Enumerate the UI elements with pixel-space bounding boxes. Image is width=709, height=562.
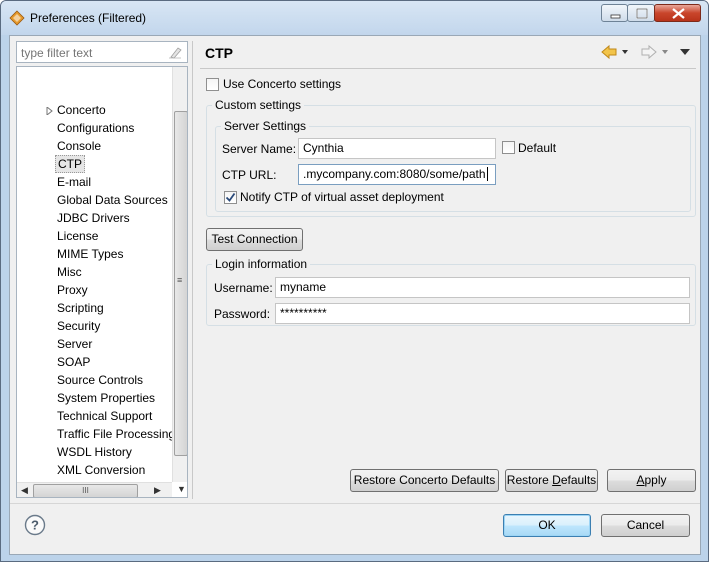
server-name-input[interactable]: Cynthia xyxy=(298,138,496,159)
scroll-right-arrow-icon[interactable]: ▶ xyxy=(154,485,161,496)
tree-item[interactable]: E-mail xyxy=(57,173,91,191)
window-title: Preferences (Filtered) xyxy=(30,11,147,25)
tree-item[interactable]: Concerto xyxy=(57,101,106,119)
close-icon xyxy=(672,8,685,19)
bottom-separator xyxy=(10,503,700,504)
apply-button[interactable]: Apply xyxy=(607,469,696,492)
text-cursor xyxy=(486,167,488,181)
tree-item[interactable]: WSDL History xyxy=(57,443,132,461)
password-label: Password: xyxy=(214,307,271,321)
tree-item[interactable]: XML Schema Locations xyxy=(57,497,183,498)
back-nav-button[interactable] xyxy=(600,44,634,60)
help-icon[interactable]: ? xyxy=(24,514,46,536)
restore-defaults-mnemonic: D xyxy=(552,473,561,487)
app-logo-icon xyxy=(9,10,25,26)
tree-vertical-scrollbar[interactable]: ≡ ▼ xyxy=(172,67,187,494)
maximize-button[interactable] xyxy=(627,4,655,22)
ok-button[interactable]: OK xyxy=(503,514,591,537)
tree-item[interactable]: Server xyxy=(57,335,92,353)
filter-box[interactable] xyxy=(16,41,188,63)
restore-defaults-label-end: efaults xyxy=(560,473,597,487)
tree-item[interactable]: Source Controls xyxy=(57,371,143,389)
notify-ctp-label: Notify CTP of virtual asset deployment xyxy=(240,190,444,204)
checkmark-icon xyxy=(225,192,236,202)
tree-item[interactable]: MIME Types xyxy=(57,245,123,263)
scroll-down-arrow-icon[interactable]: ▼ xyxy=(177,484,186,494)
test-connection-button[interactable]: Test Connection xyxy=(206,228,303,251)
scroll-left-arrow-icon[interactable]: ◀ xyxy=(21,485,28,496)
minimize-icon xyxy=(610,14,621,19)
forward-nav-button[interactable] xyxy=(640,44,674,60)
tree-vertical-scroll-thumb[interactable]: ≡ xyxy=(174,111,187,456)
expand-arrow-icon[interactable] xyxy=(45,107,53,115)
username-input[interactable]: myname xyxy=(275,277,690,298)
default-label: Default xyxy=(518,141,557,155)
tree-item[interactable]: System Properties xyxy=(57,389,155,407)
pane-splitter[interactable] xyxy=(192,41,193,499)
server-settings-title: Server Settings xyxy=(221,119,310,133)
restore-concerto-defaults-button[interactable]: Restore Concerto Defaults xyxy=(350,469,499,492)
ctp-url-label: CTP URL: xyxy=(222,168,277,182)
maximize-icon xyxy=(636,8,648,19)
cancel-button[interactable]: Cancel xyxy=(601,514,690,537)
svg-text:?: ? xyxy=(31,518,39,533)
tree-item[interactable]: Traffic File Processing xyxy=(57,425,175,443)
password-input[interactable]: ********** xyxy=(275,303,690,324)
tree-item[interactable]: Global Data Sources xyxy=(57,191,168,209)
clear-filter-icon[interactable] xyxy=(167,45,183,60)
tree-horizontal-scroll-thumb[interactable]: III xyxy=(33,484,138,497)
use-concerto-checkbox[interactable] xyxy=(206,78,219,91)
default-checkbox[interactable] xyxy=(502,141,515,154)
tree-horizontal-scrollbar[interactable]: ◀ III ▶ xyxy=(17,482,172,497)
title-bar[interactable]: Preferences (Filtered) xyxy=(1,1,708,35)
custom-settings-title: Custom settings xyxy=(212,98,305,112)
custom-settings-group: Custom settings Server Settings Server N… xyxy=(206,98,696,217)
tree-item[interactable]: Misc xyxy=(57,263,82,281)
view-menu-icon[interactable] xyxy=(678,44,692,60)
server-name-label: Server Name: xyxy=(222,142,297,156)
tree-item[interactable]: Technical Support xyxy=(57,407,152,425)
tree-item[interactable]: JDBC Drivers xyxy=(57,209,130,227)
tree-item[interactable]: XML Conversion xyxy=(57,461,145,479)
tree-item[interactable]: Security xyxy=(57,317,100,335)
preference-tree[interactable]: Concerto Configurations Console CTP E-mail Gl… xyxy=(16,66,188,498)
tree-item[interactable]: Configurations xyxy=(57,119,134,137)
apply-label-end: pply xyxy=(644,473,667,487)
restore-defaults-button[interactable]: Restore Defaults xyxy=(505,469,598,492)
apply-mnemonic: A xyxy=(636,473,645,487)
tree-item[interactable]: Proxy xyxy=(57,281,88,299)
notify-ctp-checkbox[interactable] xyxy=(224,191,237,204)
ctp-url-input[interactable]: .mycompany.com:8080/some/path xyxy=(298,164,496,185)
login-information-group: Login information Username: myname Passw… xyxy=(206,257,696,326)
title-separator xyxy=(200,68,696,69)
login-information-title: Login information xyxy=(212,257,311,271)
server-settings-group: Server Settings Server Name: Cynthia Def… xyxy=(215,119,691,212)
page-title: CTP xyxy=(205,45,233,61)
preferences-window: Preferences (Filtered) ConcertoConfigura… xyxy=(0,0,709,562)
tree-item[interactable]: CTP xyxy=(55,155,85,173)
tree-item[interactable]: License xyxy=(57,227,98,245)
tree-item[interactable]: SOAP xyxy=(57,353,90,371)
restore-defaults-label-start: Restore xyxy=(506,473,553,487)
close-button[interactable] xyxy=(654,4,701,22)
filter-input[interactable] xyxy=(21,45,161,60)
ctp-url-value: .mycompany.com:8080/some/path xyxy=(303,167,486,181)
use-concerto-label: Use Concerto settings xyxy=(223,77,342,91)
username-label: Username: xyxy=(214,281,273,295)
minimize-button[interactable] xyxy=(601,4,628,22)
dialog-client: ConcertoConfigurationsConsoleCTPE-mailGl… xyxy=(9,35,701,555)
tree-item[interactable]: Scripting xyxy=(57,299,104,317)
tree-item[interactable]: Console xyxy=(57,137,101,155)
